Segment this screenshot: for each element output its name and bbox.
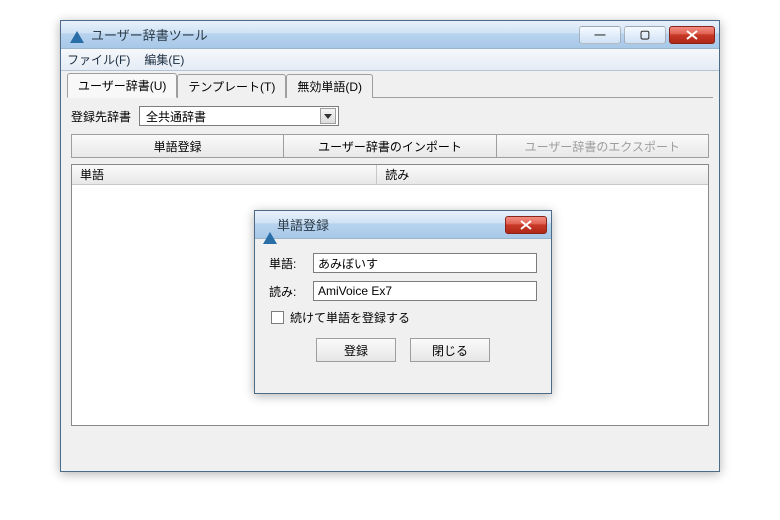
import-dict-button[interactable]: ユーザー辞書のインポート <box>284 134 496 158</box>
continue-checkbox[interactable] <box>271 311 284 324</box>
dialog-close-button-2[interactable]: 閉じる <box>410 338 490 362</box>
button-label: ユーザー辞書のエクスポート <box>525 138 680 155</box>
action-buttons: 単語登録 ユーザー辞書のインポート ユーザー辞書のエクスポート <box>65 134 715 164</box>
word-label: 単語: <box>269 255 307 272</box>
tab-label: テンプレート(T) <box>188 80 275 94</box>
button-label: ユーザー辞書のインポート <box>318 138 462 155</box>
menu-file[interactable]: ファイル(F) <box>67 51 130 68</box>
menu-edit[interactable]: 編集(E) <box>144 51 184 68</box>
chevron-down-icon <box>320 108 336 124</box>
minimize-button[interactable]: — <box>579 26 621 44</box>
tab-label: ユーザー辞書(U) <box>78 79 166 93</box>
app-icon <box>263 218 277 232</box>
button-label: 閉じる <box>432 342 468 359</box>
export-dict-button: ユーザー辞書のエクスポート <box>497 134 709 158</box>
col-reading[interactable]: 読み <box>377 165 708 184</box>
button-label: 登録 <box>344 342 368 359</box>
dialog-close-button[interactable] <box>505 216 547 234</box>
dialog-register-button[interactable]: 登録 <box>316 338 396 362</box>
button-label: 単語登録 <box>154 138 202 155</box>
titlebar[interactable]: ユーザー辞書ツール — ▢ <box>61 21 719 49</box>
tab-user-dict[interactable]: ユーザー辞書(U) <box>67 73 177 98</box>
col-label: 単語 <box>80 166 104 183</box>
dialog-titlebar[interactable]: 単語登録 <box>255 211 551 239</box>
dialog-title: 単語登録 <box>277 215 329 234</box>
continue-label: 続けて単語を登録する <box>290 309 410 326</box>
dialog-body: 単語: 読み: 続けて単語を登録する 登録 閉じる <box>255 239 551 393</box>
app-icon <box>69 27 85 43</box>
tabs-row: ユーザー辞書(U) テンプレート(T) 無効単語(D) <box>65 75 715 97</box>
dict-select-value: 全共通辞書 <box>146 108 206 125</box>
dict-select[interactable]: 全共通辞書 <box>139 106 339 126</box>
tab-label: 無効単語(D) <box>297 80 362 94</box>
menubar: ファイル(F) 編集(E) <box>61 49 719 71</box>
dict-label: 登録先辞書 <box>71 108 131 125</box>
word-input[interactable] <box>313 253 537 273</box>
window-title: ユーザー辞書ツール <box>91 25 208 44</box>
register-word-button[interactable]: 単語登録 <box>71 134 284 158</box>
reading-label: 読み: <box>269 283 307 300</box>
list-header: 単語 読み <box>72 165 708 185</box>
window-buttons: — ▢ <box>579 26 717 44</box>
register-dialog: 単語登録 単語: 読み: 続けて単語を登録する 登録 閉じる <box>254 210 552 394</box>
tab-template[interactable]: テンプレート(T) <box>177 74 286 98</box>
col-word[interactable]: 単語 <box>72 165 377 184</box>
col-label: 読み <box>385 166 409 183</box>
dict-select-row: 登録先辞書 全共通辞書 <box>65 98 715 134</box>
tab-disabled-words[interactable]: 無効単語(D) <box>286 74 373 98</box>
close-button[interactable] <box>669 26 715 44</box>
maximize-button[interactable]: ▢ <box>624 26 666 44</box>
reading-input[interactable] <box>313 281 537 301</box>
